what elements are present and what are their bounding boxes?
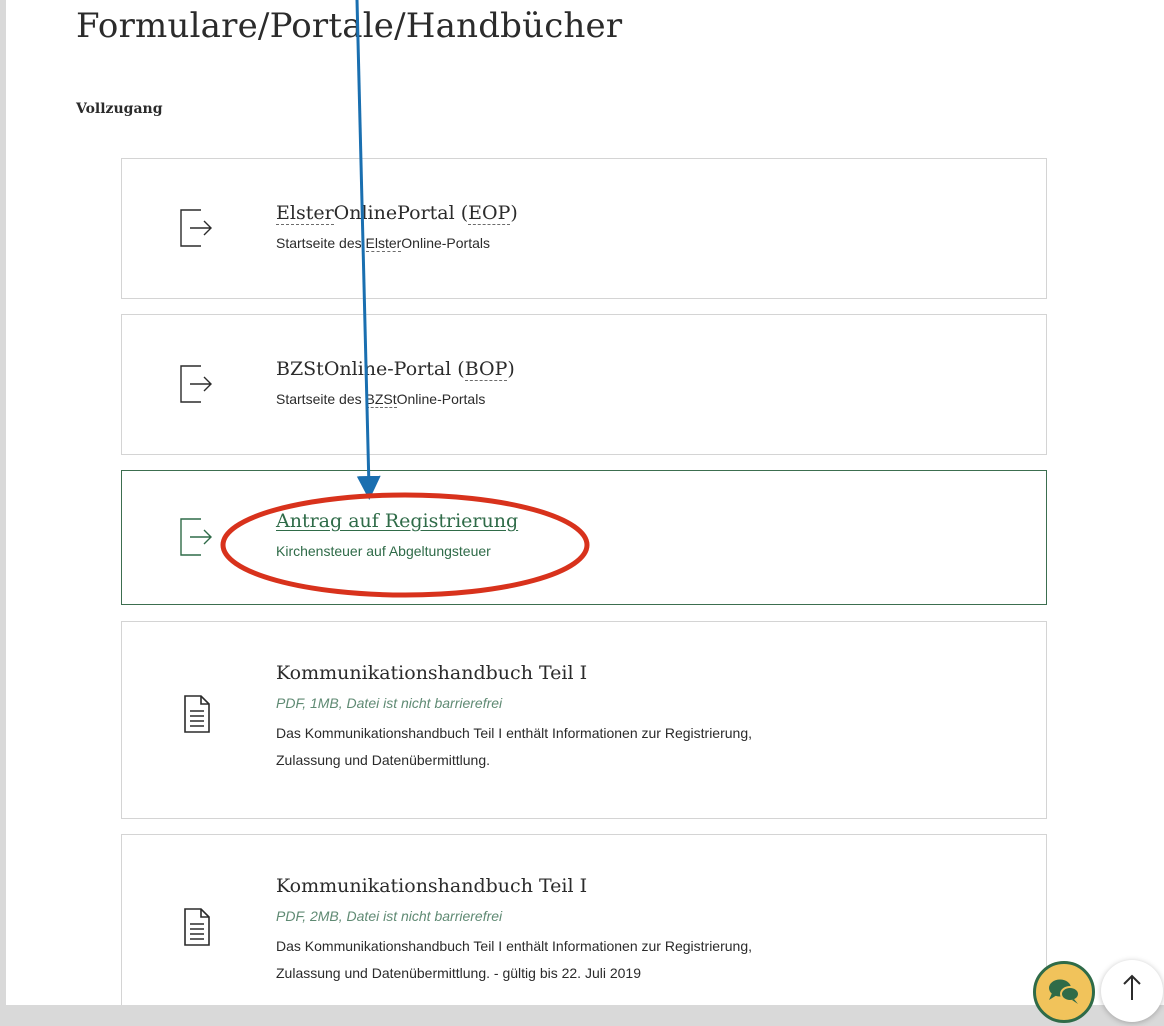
chat-bubbles-icon (1049, 979, 1080, 1004)
subtitle-part: Startseite des (276, 235, 366, 251)
exit-arrow-icon (180, 365, 212, 403)
document-icon (184, 908, 210, 946)
subtitle-part: BZSt (365, 391, 397, 408)
card-subtitle: Startseite des BZStOnline-Portals (276, 390, 1006, 408)
handbook-card-2[interactable]: Kommunikationshandbuch Teil I PDF, 2MB, … (121, 834, 1047, 1005)
registration-link[interactable]: Antrag auf Registrierung (276, 508, 1006, 534)
handbook-card-1[interactable]: Kommunikationshandbuch Teil I PDF, 1MB, … (121, 621, 1047, 819)
card-subtitle: Kirchensteuer auf Abgeltungsteuer (276, 543, 491, 559)
document-icon (184, 695, 210, 733)
back-to-top-button[interactable] (1101, 960, 1163, 1022)
subtitle-part: Online-Portals (401, 235, 490, 251)
title-part: EOP (468, 202, 511, 225)
card-description: Das Kommunikationshandbuch Teil I enthäl… (276, 720, 1006, 774)
page-content: Formulare/Portale/Handbücher Vollzugang … (6, 0, 1164, 1005)
title-part: BZStOnline-Portal ( (276, 358, 465, 380)
card-title[interactable]: BZStOnline-Portal (BOP) (276, 356, 1006, 382)
title-part: OnlinePortal (333, 202, 455, 224)
title-part: ) (507, 358, 515, 380)
portal-card-bop[interactable]: BZStOnline-Portal (BOP) Startseite des B… (121, 314, 1047, 455)
arrow-up-icon (1123, 974, 1141, 1000)
title-part: ) (510, 202, 518, 224)
chat-button[interactable] (1033, 961, 1095, 1023)
card-title[interactable]: ElsterOnlinePortal (EOP) (276, 200, 1006, 226)
subtitle-part: Online-Portals (396, 391, 486, 407)
card-subtitle: Startseite des ElsterOnline-Portals (276, 234, 1006, 252)
exit-arrow-icon (180, 518, 212, 556)
description-line: Zulassung und Datenübermittlung. - gülti… (276, 965, 641, 981)
exit-arrow-icon (180, 209, 212, 247)
section-label: Vollzugang (76, 101, 163, 117)
title-part: BOP (464, 358, 508, 381)
subtitle-part: Elster (365, 235, 402, 252)
description-line: Das Kommunikationshandbuch Teil I enthäl… (276, 938, 752, 954)
card-title[interactable]: Kommunikationshandbuch Teil I (276, 660, 1006, 686)
title-part: Elster (276, 202, 334, 225)
title-part: ( (454, 202, 469, 224)
description-line: Zulassung und Datenübermittlung. (276, 752, 491, 768)
file-meta: PDF, 1MB, Datei ist nicht barrierefrei (276, 695, 503, 711)
description-line: Das Kommunikationshandbuch Teil I enthäl… (276, 725, 752, 741)
registration-card[interactable]: Antrag auf Registrierung Kirchensteuer a… (121, 470, 1047, 605)
card-title[interactable]: Kommunikationshandbuch Teil I (276, 873, 1006, 899)
portal-card-eop[interactable]: ElsterOnlinePortal (EOP) Startseite des … (121, 158, 1047, 299)
subtitle-part: Startseite des (276, 391, 366, 407)
card-description: Das Kommunikationshandbuch Teil I enthäl… (276, 933, 1006, 987)
file-meta: PDF, 2MB, Datei ist nicht barrierefrei (276, 908, 503, 924)
page-title: Formulare/Portale/Handbücher (76, 6, 623, 46)
